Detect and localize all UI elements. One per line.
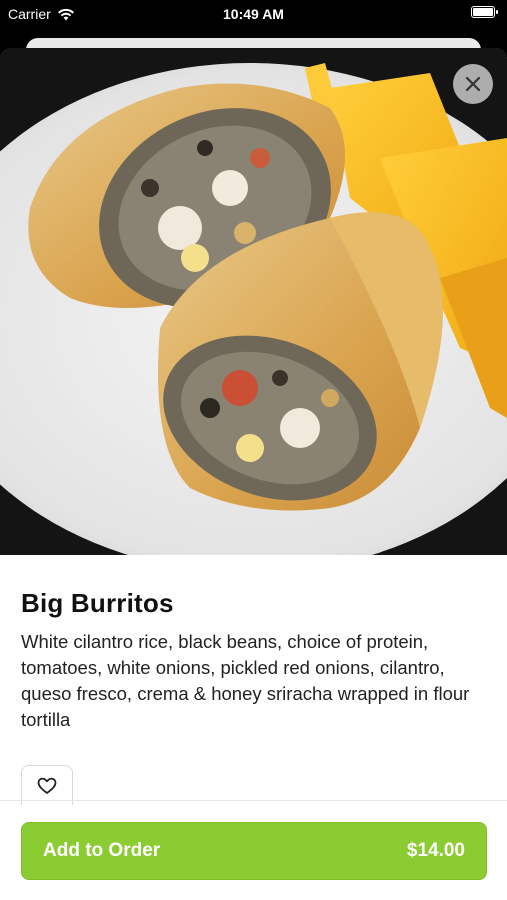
item-title: Big Burritos [21,588,174,618]
battery-icon [471,6,498,18]
item-photo [0,48,507,555]
add-to-order-label: Add to Order [43,840,161,861]
status-right [471,6,498,18]
add-to-order-button[interactable]: Add to Order $14.00 [21,822,487,880]
item-description: White cilantro rice, black beans, choice… [21,631,470,730]
burrito-illustration [0,48,507,555]
item-details: Big Burritos White cilantro rice, black … [21,588,486,733]
status-time: 10:49 AM [223,6,284,22]
close-button[interactable] [453,64,493,104]
item-price: $14.00 [406,840,465,861]
heart-icon [37,777,57,794]
item-detail-sheet: Big Burritos White cilantro rice, black … [0,48,507,900]
footer-divider [0,800,507,801]
close-icon [465,76,481,92]
favorite-button[interactable] [21,765,73,805]
status-bar: Carrier 10:49 AM [0,0,507,30]
